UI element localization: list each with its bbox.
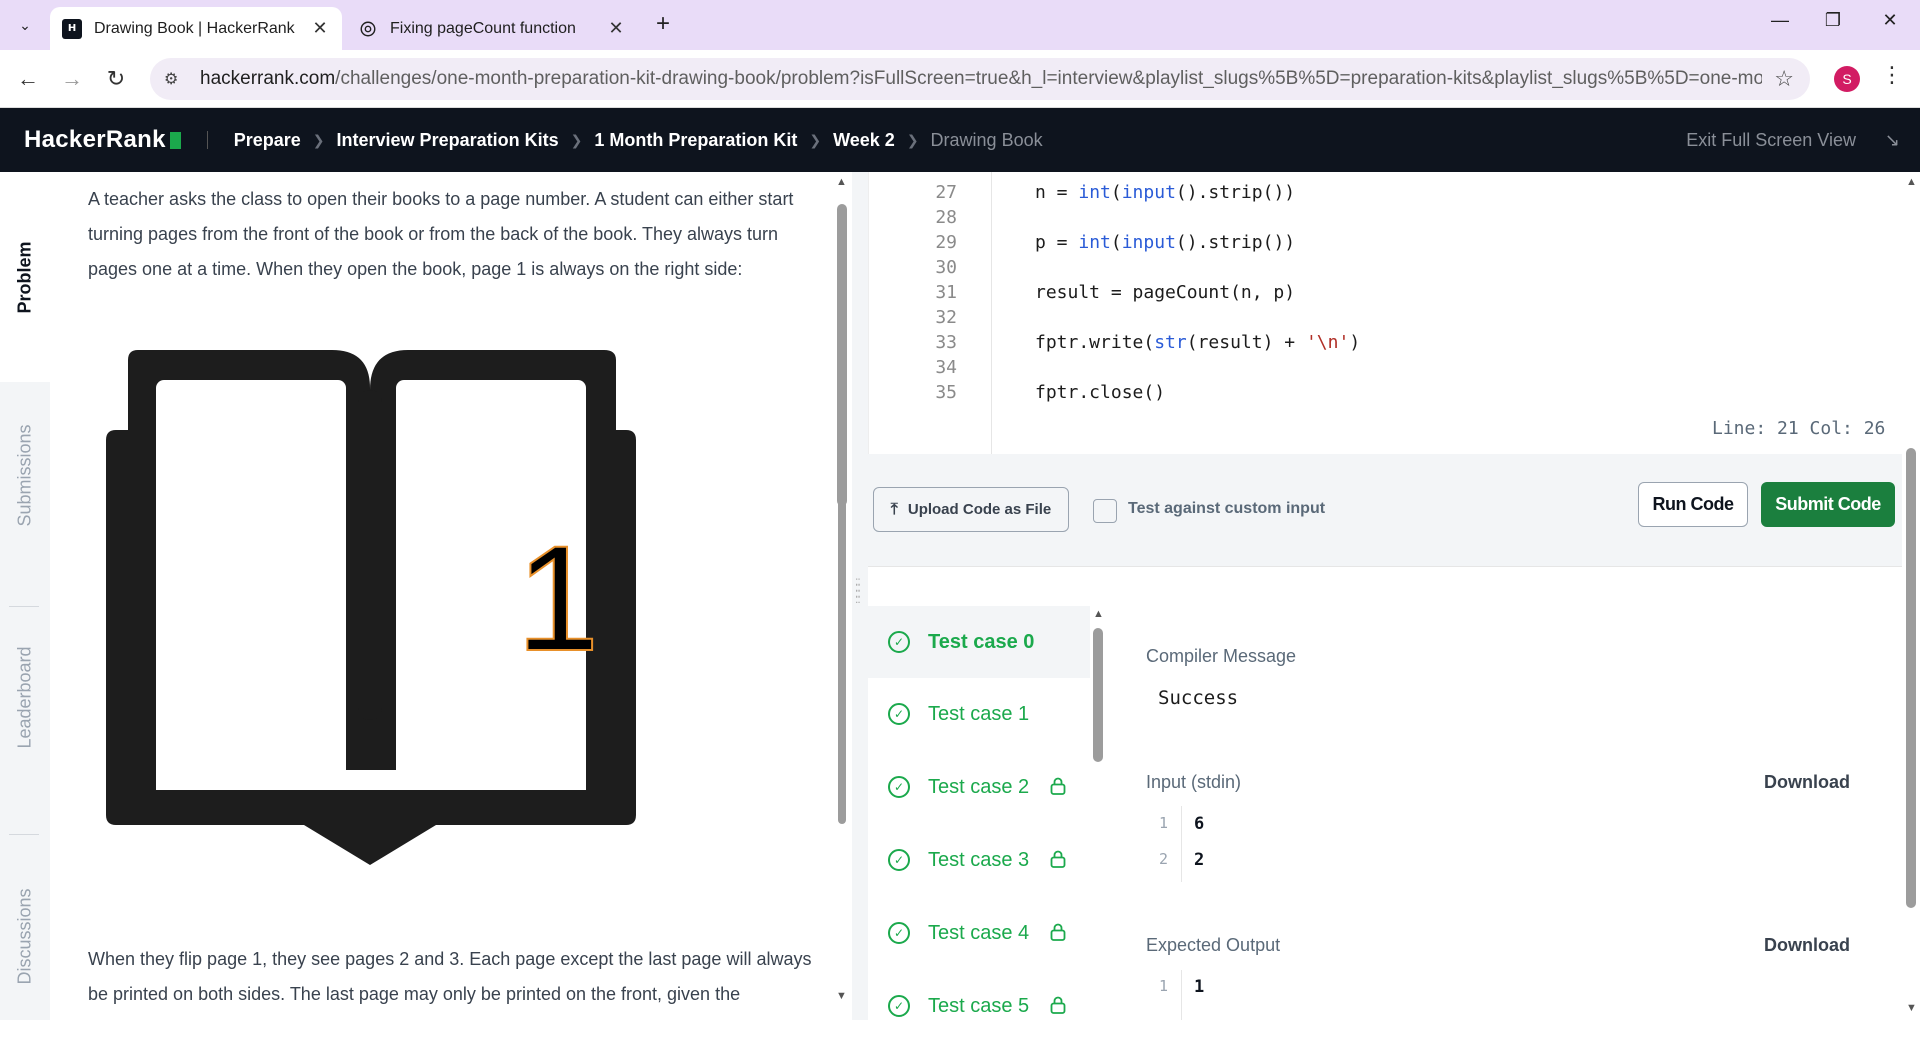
test-case-item[interactable]: ✓ Test case 5 <box>868 970 1090 1042</box>
editor-scrollbar-thumb[interactable] <box>1906 448 1916 908</box>
test-case-list: ✓ Test case 0 ✓ Test case 1 ✓ Test case … <box>868 606 1090 1020</box>
tab-title: Drawing Book | HackerRank <box>94 19 295 37</box>
close-tab-icon[interactable]: ✕ <box>606 18 626 39</box>
test-case-item[interactable]: ✓ Test case 1 <box>868 678 1090 750</box>
browser-toolbar: ← → ↻ ⚙ hackerrank.com/challenges/one-mo… <box>0 50 1920 108</box>
profile-avatar[interactable]: S <box>1834 66 1860 92</box>
check-circle-icon: ✓ <box>888 776 910 798</box>
tab-title: Fixing pageCount function <box>390 19 576 37</box>
code-line[interactable]: 30 <box>869 257 1869 282</box>
code-line[interactable]: 32 <box>869 307 1869 332</box>
exit-fullscreen-link[interactable]: Exit Full Screen View <box>1686 130 1856 151</box>
code-line[interactable]: 31 result = pageCount(n, p) <box>869 282 1869 307</box>
breadcrumb-interview-kits[interactable]: Interview Preparation Kits <box>337 130 559 151</box>
url-text: hackerrank.com/challenges/one-month-prep… <box>200 68 1763 89</box>
run-code-button[interactable]: Run Code <box>1638 482 1748 527</box>
download-input-link[interactable]: Download <box>1764 772 1850 793</box>
minimize-window-icon[interactable]: — <box>1760 10 1800 40</box>
test-case-scrollbar-thumb[interactable] <box>1093 628 1103 762</box>
compiler-message-label: Compiler Message <box>1146 646 1297 666</box>
expected-output-label: Expected Output <box>1146 935 1281 955</box>
custom-input-label[interactable]: Test against custom input <box>1128 500 1325 518</box>
lock-icon <box>1050 850 1066 868</box>
new-tab-plus-icon[interactable]: + <box>650 12 676 38</box>
download-expected-link[interactable]: Download <box>1764 935 1850 956</box>
scroll-up-arrow-icon[interactable]: ▲ <box>1093 608 1104 620</box>
browser-tab-inactive[interactable]: Fixing pageCount function ✕ <box>346 7 638 50</box>
breadcrumb-1-month-kit[interactable]: 1 Month Preparation Kit <box>594 130 797 151</box>
input-label: Input (stdin) <box>1146 772 1242 792</box>
code-line[interactable]: 34 <box>869 357 1869 382</box>
test-case-item[interactable]: ✓ Test case 3 <box>868 824 1090 896</box>
chevron-right-icon: ❯ <box>906 131 919 148</box>
panel-scrollbar-thumb[interactable] <box>838 206 846 824</box>
chevron-right-icon: ❯ <box>570 131 583 148</box>
compiler-message: Success <box>1158 687 1239 709</box>
custom-input-checkbox[interactable] <box>1093 499 1117 523</box>
problem-paragraph: A teacher asks the class to open their b… <box>88 189 794 279</box>
problem-paragraph: When they flip page 1, they see pages 2 … <box>88 949 812 1004</box>
chevron-right-icon: ❯ <box>809 131 822 148</box>
tab-leaderboard[interactable]: Leaderboard <box>0 612 50 782</box>
browser-tab-active[interactable]: H Drawing Book | HackerRank ✕ <box>50 7 342 50</box>
lock-icon <box>1050 923 1066 941</box>
book-page-number: 1 <box>516 514 599 682</box>
submit-code-button[interactable]: Submit Code <box>1761 482 1895 527</box>
code-line[interactable]: 35 fptr.close() <box>869 382 1869 407</box>
hackerrank-header: HackerRank Prepare ❯ Interview Preparati… <box>0 108 1920 172</box>
code-line[interactable]: 27 n = int(input().strip()) <box>869 182 1869 207</box>
code-line[interactable]: 28 <box>869 207 1869 232</box>
scroll-down-arrow-icon[interactable]: ▼ <box>1906 1002 1917 1014</box>
browser-tab-strip: ⌄ H Drawing Book | HackerRank ✕ Fixing p… <box>0 0 1920 50</box>
exit-fullscreen-icon[interactable]: ↘ <box>1885 130 1900 151</box>
test-case-item[interactable]: ✓ Test case 2 <box>868 751 1090 823</box>
chevron-right-icon: ❯ <box>312 131 325 148</box>
cursor-position: Line: 21 Col: 26 <box>1712 418 1886 439</box>
problem-statement: A teacher asks the class to open their b… <box>50 172 830 1020</box>
tab-submissions[interactable]: Submissions <box>0 382 50 568</box>
scroll-up-arrow-icon[interactable]: ▲ <box>836 176 847 188</box>
breadcrumb-week-2[interactable]: Week 2 <box>833 130 895 151</box>
scroll-down-arrow-icon[interactable]: ▼ <box>836 990 847 1002</box>
lock-icon <box>1050 996 1066 1014</box>
test-case-item[interactable]: ✓ Test case 4 <box>868 897 1090 969</box>
code-line[interactable]: 33 fptr.write(str(result) + '\n') <box>869 332 1869 357</box>
code-line[interactable]: 29 p = int(input().strip()) <box>869 232 1869 257</box>
drag-handle-icon[interactable]: :::::::: <box>855 575 861 605</box>
upload-icon: ⤒ <box>890 500 898 518</box>
check-circle-icon: ✓ <box>888 631 910 653</box>
breadcrumb-prepare[interactable]: Prepare <box>234 130 301 151</box>
side-tabs: Problem Submissions Leaderboard Discussi… <box>0 172 50 1020</box>
restore-window-icon[interactable]: ❐ <box>1813 10 1853 40</box>
forward-arrow-icon[interactable]: → <box>56 63 88 95</box>
site-info-icon[interactable]: ⚙ <box>164 69 188 89</box>
reload-icon[interactable]: ↻ <box>100 63 132 95</box>
check-circle-icon: ✓ <box>888 703 910 725</box>
bookmark-star-icon[interactable]: ☆ <box>1774 66 1794 92</box>
open-book-illustration: 1 <box>106 350 636 865</box>
hackerrank-favicon-icon: H <box>62 18 82 39</box>
address-bar[interactable]: ⚙ hackerrank.com/challenges/one-month-pr… <box>150 58 1810 100</box>
back-arrow-icon[interactable]: ← <box>12 63 44 95</box>
check-circle-icon: ✓ <box>888 849 910 871</box>
breadcrumb-current: Drawing Book <box>930 129 1043 150</box>
close-tab-icon[interactable]: ✕ <box>310 18 330 39</box>
scroll-up-arrow-icon[interactable]: ▲ <box>1906 176 1917 188</box>
upload-code-button[interactable]: ⤒ Upload Code as File <box>873 487 1069 532</box>
check-circle-icon: ✓ <box>888 922 910 944</box>
browser-menu-icon[interactable]: ⋮ <box>1880 62 1904 94</box>
close-window-icon[interactable]: ✕ <box>1870 10 1910 40</box>
tab-search-chevron-icon[interactable]: ⌄ <box>10 12 40 38</box>
test-case-item[interactable]: ✓ Test case 0 <box>868 606 1090 678</box>
tab-problem[interactable]: Problem <box>0 172 50 382</box>
tab-discussions[interactable]: Discussions <box>0 852 50 1020</box>
hackerrank-logo[interactable]: HackerRank <box>24 126 181 154</box>
code-editor[interactable]: 27 n = int(input().strip()) 28 29 p = in… <box>868 172 1884 454</box>
check-circle-icon: ✓ <box>888 995 910 1017</box>
chatgpt-favicon-icon <box>358 19 378 39</box>
lock-icon <box>1050 777 1066 795</box>
